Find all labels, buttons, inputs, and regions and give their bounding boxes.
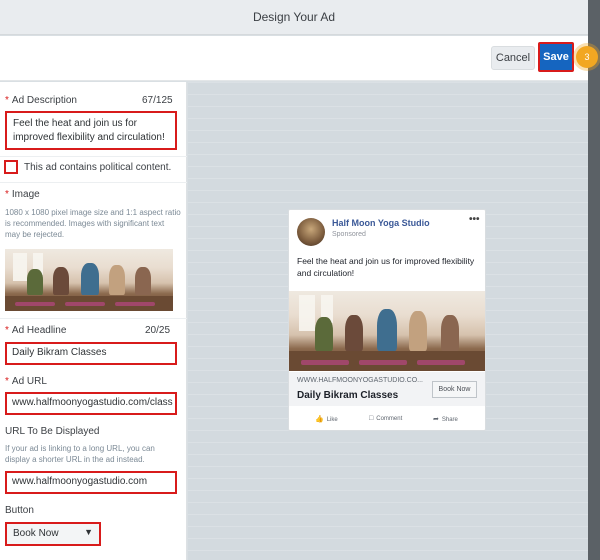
page-name[interactable]: Half Moon Yoga Studio	[332, 218, 430, 228]
button-label: Button	[5, 505, 34, 516]
ad-preview-card: Half Moon Yoga Studio Sponsored ••• Feel…	[288, 209, 486, 431]
ad-image-thumbnail[interactable]	[5, 249, 173, 311]
share-action[interactable]: ➦ Share	[433, 415, 458, 423]
dialog-title: Design Your Ad	[0, 0, 588, 35]
political-content-label: This ad contains political content.	[24, 162, 172, 173]
reaction-bar: 👍 Like □ Comment ➦ Share	[289, 412, 485, 428]
background-overlay	[588, 0, 600, 560]
thumbs-up-icon: 👍	[315, 416, 324, 423]
cancel-button[interactable]: Cancel	[491, 46, 535, 70]
description-label: * Ad Description	[5, 95, 77, 106]
description-counter: 67/125	[142, 95, 173, 106]
sponsored-label: Sponsored	[332, 231, 366, 238]
button-type-select[interactable]: Book Now ▼	[5, 522, 101, 546]
link-display-url: WWW.HALFMOONYOGASTUDIO.CO...	[297, 377, 423, 384]
headline-label: * Ad Headline	[5, 325, 67, 336]
image-help-text: 1080 x 1080 pixel image size and 1:1 asp…	[5, 208, 181, 239]
description-field[interactable]: Feel the heat and join us for improved f…	[5, 111, 177, 150]
save-button[interactable]: Save	[538, 42, 574, 72]
display-url-field[interactable]: www.halfmoonyogastudio.com	[5, 471, 177, 494]
headline-field[interactable]: Daily Bikram Classes	[5, 342, 177, 365]
preview-image	[289, 291, 485, 371]
chevron-down-icon: ▼	[84, 527, 93, 537]
display-url-label: URL To Be Displayed	[5, 426, 100, 437]
button-type-value: Book Now	[13, 528, 59, 539]
political-content-checkbox[interactable]	[4, 160, 18, 174]
like-action[interactable]: 👍 Like	[315, 415, 338, 423]
link-preview[interactable]: WWW.HALFMOONYOGASTUDIO.CO... Daily Bikra…	[289, 372, 485, 406]
url-field[interactable]: www.halfmoonyogastudio.com/class	[5, 392, 177, 415]
book-now-button[interactable]: Book Now	[432, 381, 477, 398]
divider	[0, 318, 187, 319]
more-options-icon[interactable]: •••	[469, 214, 480, 225]
preview-post-text: Feel the heat and join us for improved f…	[297, 256, 475, 278]
ad-preview-area: Half Moon Yoga Studio Sponsored ••• Feel…	[188, 82, 588, 560]
url-label: * Ad URL	[5, 376, 47, 387]
comment-action[interactable]: □ Comment	[369, 415, 402, 422]
divider	[0, 156, 187, 157]
step-badge: 3	[576, 46, 598, 68]
headline-counter: 20/25	[145, 325, 171, 336]
action-bar: Cancel Save	[0, 36, 588, 81]
comment-icon: □	[369, 415, 374, 422]
image-label: * Image	[5, 189, 40, 200]
divider	[0, 182, 187, 183]
link-headline: Daily Bikram Classes	[297, 390, 399, 401]
ad-form-panel: * Ad Description 67/125 Feel the heat and…	[0, 82, 187, 560]
share-icon: ➦	[433, 416, 439, 423]
page-avatar	[297, 218, 325, 246]
display-url-help-text: If your ad is linking to a long URL, you…	[5, 444, 155, 464]
